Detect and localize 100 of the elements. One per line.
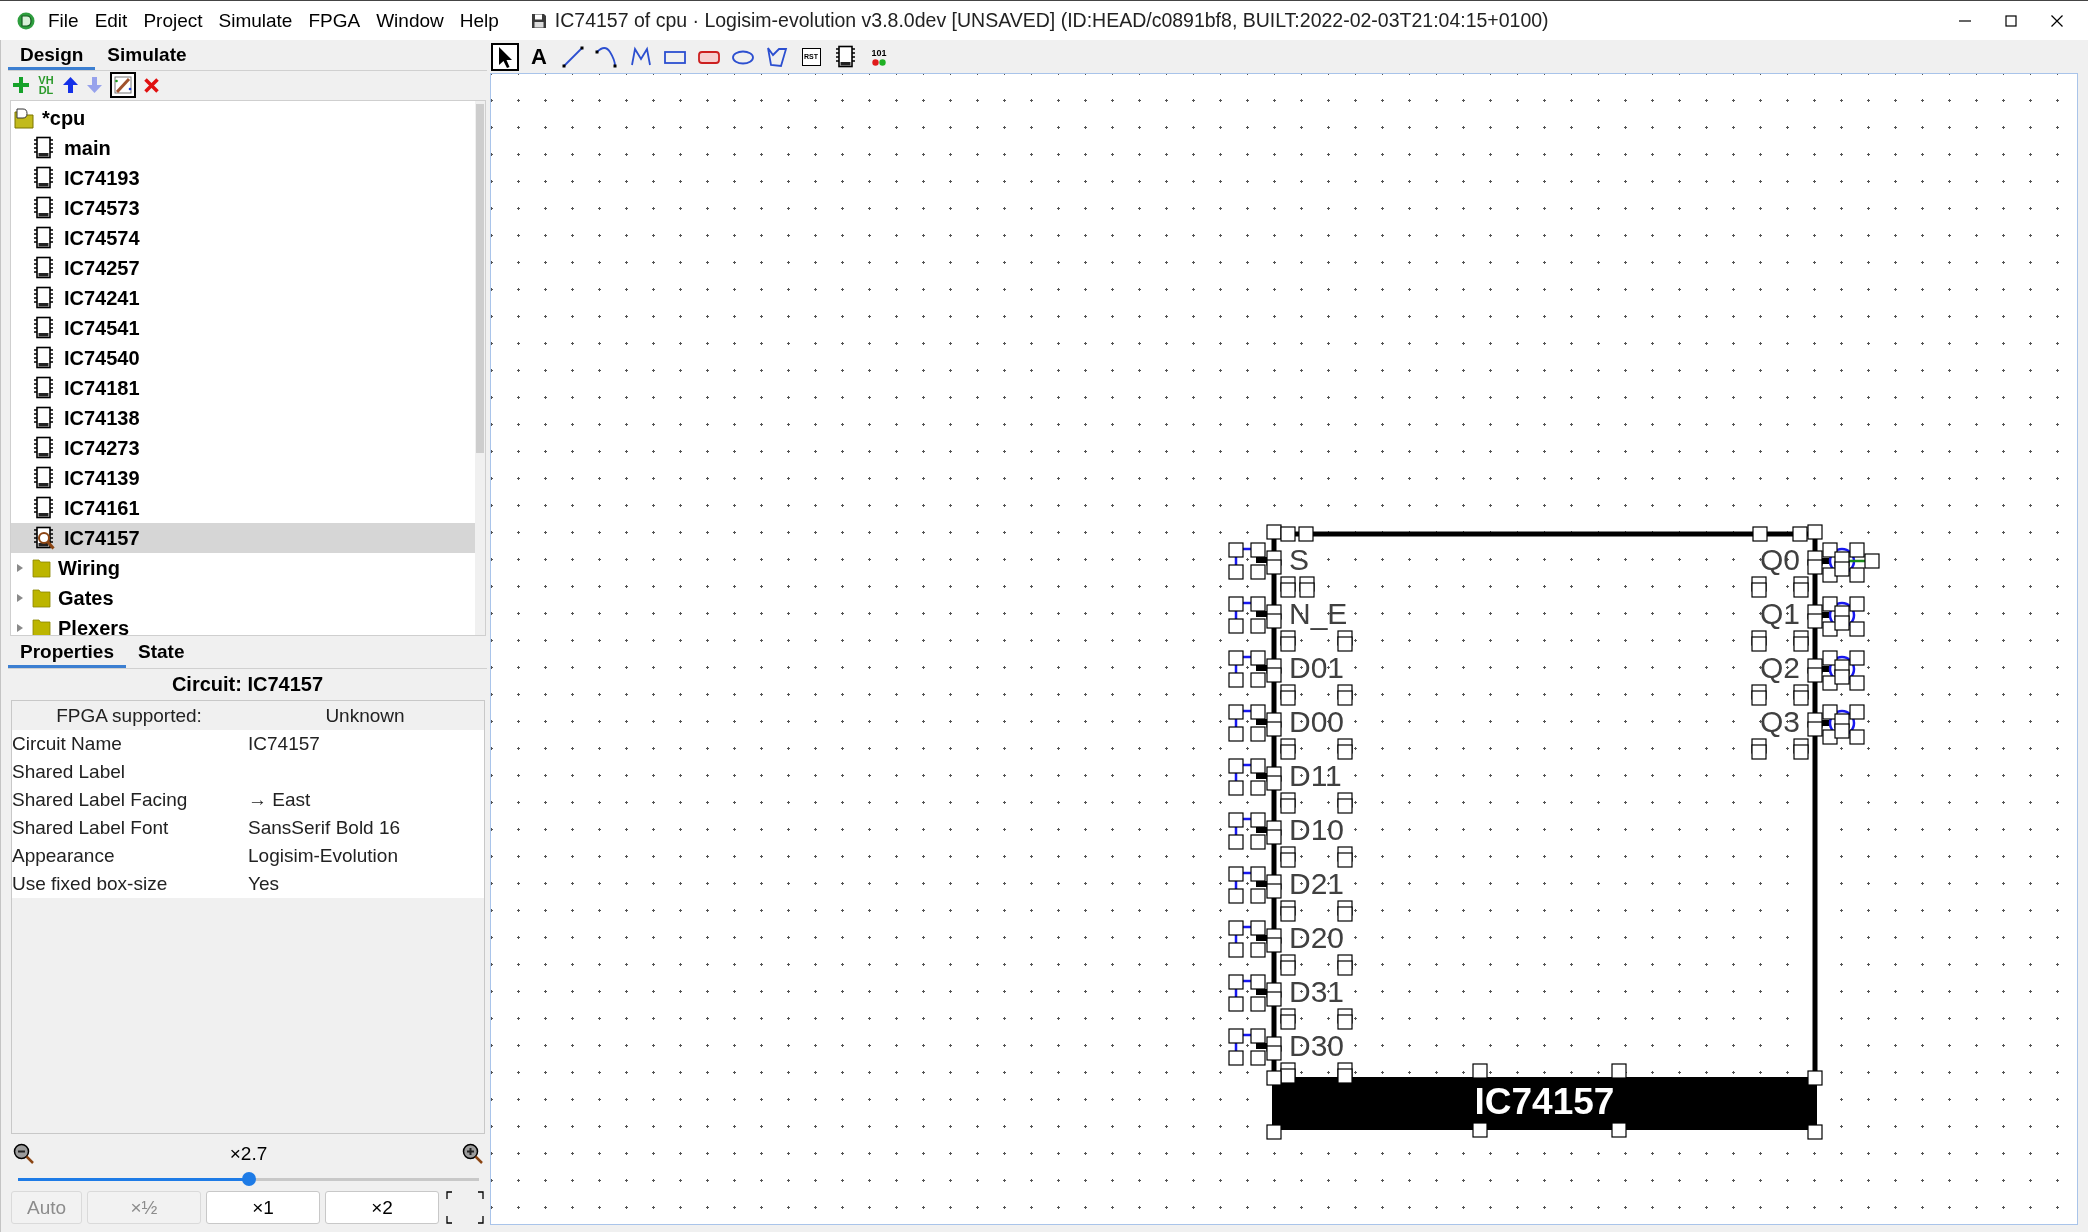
zoom-button[interactable]: ×1 bbox=[206, 1191, 320, 1224]
app-logo-icon bbox=[17, 11, 35, 30]
menu-item[interactable]: FPGA bbox=[300, 7, 369, 34]
expand-arrow-icon[interactable] bbox=[16, 593, 24, 603]
output-port-icon[interactable] bbox=[1807, 542, 1880, 583]
pin-label[interactable]: Q2 bbox=[1759, 651, 1800, 684]
arrow-up-icon[interactable] bbox=[62, 76, 79, 94]
menu-item[interactable]: Window bbox=[368, 7, 452, 34]
tree-item[interactable]: Wiring bbox=[11, 553, 475, 583]
properties-tab[interactable]: Properties bbox=[8, 637, 126, 668]
tree-item[interactable]: IC74257 bbox=[11, 253, 475, 283]
component-body[interactable] bbox=[1228, 524, 1880, 1140]
property-value[interactable]: Yes bbox=[248, 873, 279, 894]
input-port-icon[interactable] bbox=[1228, 704, 1282, 742]
input-port-icon[interactable] bbox=[1228, 1028, 1282, 1066]
folder-icon bbox=[32, 558, 51, 578]
tree-item[interactable]: IC74541 bbox=[11, 313, 475, 343]
expand-arrow-icon[interactable] bbox=[16, 623, 24, 633]
tree-item[interactable]: IC74157 bbox=[11, 523, 475, 553]
chip-icon bbox=[33, 436, 55, 460]
pin-label[interactable]: D00 bbox=[1289, 705, 1345, 738]
window-title: IC74157 of cpu · Logisim-evolution v3.8.0dev [UNSAVED] (ID:HEAD/c0891bf8, BUILT:2022-02-03T21:04:15+0100) bbox=[554, 9, 1549, 32]
output-port-icon[interactable] bbox=[1807, 596, 1865, 637]
appearance-edit-icon[interactable] bbox=[110, 72, 136, 98]
input-port-icon[interactable] bbox=[1228, 596, 1282, 634]
zoom-out-icon[interactable] bbox=[13, 1143, 35, 1165]
tree-item[interactable]: IC74273 bbox=[11, 433, 475, 463]
pin-label[interactable]: D21 bbox=[1289, 867, 1345, 900]
slider-thumb[interactable] bbox=[241, 1172, 256, 1186]
pin-label[interactable]: D10 bbox=[1289, 813, 1345, 846]
tree-item[interactable]: IC74574 bbox=[11, 223, 475, 253]
chip-icon bbox=[33, 496, 55, 520]
project-folder-icon bbox=[14, 107, 34, 129]
input-port-icon[interactable] bbox=[1228, 866, 1282, 904]
tree-item[interactable]: Gates bbox=[11, 583, 475, 613]
fpga-support-value: Unknown bbox=[325, 704, 405, 726]
tree-item[interactable]: IC74138 bbox=[11, 403, 475, 433]
pin-label[interactable]: D01 bbox=[1289, 651, 1345, 684]
port-tool[interactable]: 101 bbox=[869, 47, 889, 59]
scrollbar-track[interactable] bbox=[475, 101, 485, 635]
property-value[interactable]: SansSerif Bold 16 bbox=[248, 817, 401, 838]
pin-label[interactable]: D30 bbox=[1289, 1029, 1345, 1062]
menu-item[interactable]: Simulate bbox=[210, 7, 301, 34]
property-name: Shared Label Facing bbox=[12, 789, 188, 810]
fpga-support-label: FPGA supported: bbox=[56, 704, 202, 726]
explorer-tab[interactable]: Design bbox=[8, 40, 96, 70]
input-port-icon[interactable] bbox=[1228, 758, 1282, 796]
menu-item[interactable]: Project bbox=[135, 7, 211, 34]
menu-item[interactable]: Edit bbox=[86, 7, 136, 34]
tree-item[interactable]: IC74573 bbox=[11, 193, 475, 223]
property-value[interactable]: → East bbox=[248, 789, 311, 810]
pin-label[interactable]: D11 bbox=[1289, 759, 1342, 792]
zoom-button[interactable]: ×2 bbox=[325, 1191, 439, 1224]
scrollbar-thumb[interactable] bbox=[476, 104, 484, 453]
chip-icon bbox=[33, 316, 55, 340]
zoom-level-label: ×2.7 bbox=[229, 1143, 268, 1164]
pin-label[interactable]: Q0 bbox=[1759, 543, 1800, 576]
tree-item[interactable]: IC74241 bbox=[11, 283, 475, 313]
tree-item[interactable]: Plexers bbox=[11, 613, 475, 635]
property-name: Shared Label bbox=[12, 761, 126, 782]
expand-arrow-icon[interactable] bbox=[16, 563, 24, 573]
explorer-tab[interactable]: Simulate bbox=[95, 40, 199, 70]
input-port-icon[interactable] bbox=[1228, 812, 1282, 850]
pin-label[interactable]: D20 bbox=[1289, 921, 1345, 954]
property-name: Shared Label Font bbox=[12, 817, 169, 838]
menu-item[interactable]: Help bbox=[451, 7, 507, 34]
tree-item[interactable]: main bbox=[11, 133, 475, 163]
input-port-icon[interactable] bbox=[1228, 542, 1282, 580]
zoom-in-icon[interactable] bbox=[462, 1143, 484, 1165]
chip-icon bbox=[33, 166, 55, 190]
input-port-icon[interactable] bbox=[1228, 650, 1282, 688]
chip-icon bbox=[33, 346, 55, 370]
pin-label[interactable]: D31 bbox=[1289, 975, 1345, 1008]
tree-item[interactable]: *cpu bbox=[11, 103, 475, 133]
tree-item[interactable]: IC74139 bbox=[11, 463, 475, 493]
close-icon[interactable] bbox=[2050, 13, 2064, 28]
pin-label[interactable]: Q3 bbox=[1759, 705, 1800, 738]
output-port-icon[interactable] bbox=[1807, 650, 1865, 691]
text-tool[interactable]: A bbox=[526, 41, 552, 72]
plus-icon[interactable] bbox=[12, 76, 30, 94]
property-name: Use fixed box-size bbox=[12, 873, 168, 894]
fullscreen-icon[interactable] bbox=[446, 1191, 484, 1224]
menu-item[interactable]: File bbox=[40, 7, 87, 34]
input-port-icon[interactable] bbox=[1228, 920, 1282, 958]
property-name: Appearance bbox=[12, 845, 115, 866]
maximize-icon[interactable] bbox=[2004, 13, 2018, 28]
pin-label[interactable]: S bbox=[1289, 543, 1309, 576]
chip-icon bbox=[33, 406, 55, 430]
tree-item[interactable]: IC74161 bbox=[11, 493, 475, 523]
tree-item[interactable]: IC74181 bbox=[11, 373, 475, 403]
delete-icon[interactable] bbox=[143, 76, 160, 94]
property-value[interactable]: Logisim-Evolution bbox=[248, 845, 398, 866]
tree-item[interactable]: IC74540 bbox=[11, 343, 475, 373]
output-port-icon[interactable] bbox=[1807, 704, 1865, 745]
pin-label[interactable]: Q1 bbox=[1759, 597, 1800, 630]
property-value[interactable]: IC74157 bbox=[248, 733, 320, 754]
pin-label[interactable]: N_E bbox=[1289, 597, 1348, 630]
properties-tab[interactable]: State bbox=[126, 637, 197, 668]
input-port-icon[interactable] bbox=[1228, 974, 1282, 1012]
tree-item[interactable]: IC74193 bbox=[11, 163, 475, 193]
